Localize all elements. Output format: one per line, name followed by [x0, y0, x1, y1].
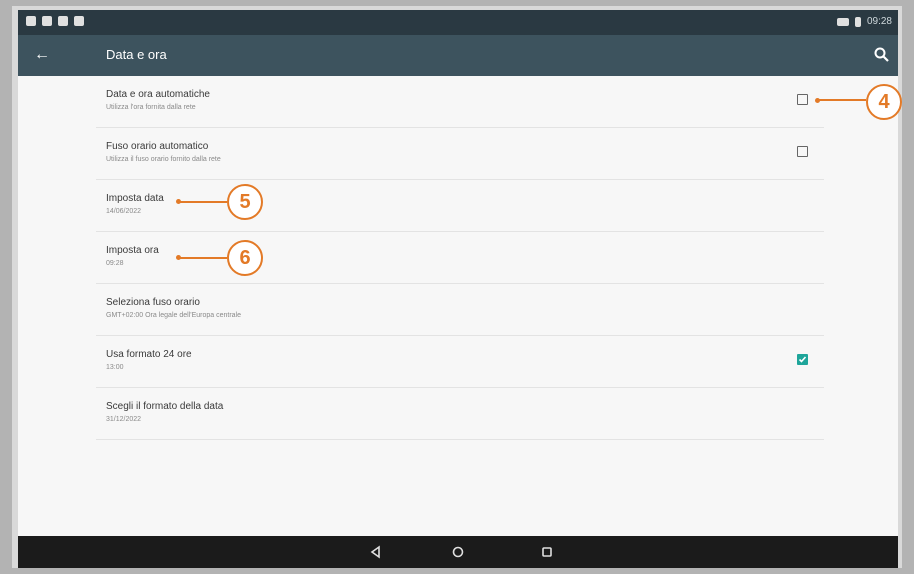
auto-timezone-checkbox[interactable] — [797, 146, 808, 157]
callout-line — [179, 201, 227, 203]
setting-subtitle: 31/12/2022 — [106, 416, 142, 423]
page-title: Data e ora — [106, 47, 167, 62]
setting-set-date[interactable]: Imposta data 14/06/2022 — [96, 180, 824, 232]
setting-title: Usa formato 24 ore — [106, 349, 192, 360]
back-button[interactable]: ← — [30, 43, 54, 67]
navigation-bar — [18, 536, 898, 568]
battery-icon — [854, 16, 861, 27]
notification-icon — [26, 16, 36, 26]
clock: 09:28 — [866, 16, 892, 27]
arrow-left-icon: ← — [34, 46, 50, 63]
notification-icon — [42, 16, 52, 26]
setting-subtitle: 09:28 — [106, 260, 124, 267]
setting-24h-format[interactable]: Usa formato 24 ore 13:00 — [96, 336, 824, 388]
home-nav-button[interactable] — [449, 543, 467, 561]
setting-title: Scegli il formato della data — [106, 401, 224, 412]
setting-title: Data e ora automatiche — [106, 89, 210, 100]
settings-list: Data e ora automatiche Utilizza l'ora fo… — [18, 76, 898, 536]
notification-icon — [74, 16, 84, 26]
callout-badge: 4 — [866, 84, 902, 120]
setting-auto-datetime[interactable]: Data e ora automatiche Utilizza l'ora fo… — [96, 76, 824, 128]
square-recents-icon — [542, 547, 552, 557]
setting-title: Imposta data — [106, 193, 164, 204]
notification-icons — [26, 16, 84, 26]
setting-title: Imposta ora — [106, 245, 159, 256]
setting-subtitle: Utilizza il fuso orario fornito dalla re… — [106, 156, 221, 163]
search-button[interactable] — [872, 45, 892, 65]
setting-title: Fuso orario automatico — [106, 141, 209, 152]
setting-auto-timezone[interactable]: Fuso orario automatico Utilizza il fuso … — [96, 128, 824, 180]
callout-line — [179, 257, 227, 259]
triangle-back-icon — [370, 545, 380, 559]
24h-format-checkbox[interactable] — [797, 354, 808, 365]
notification-icon — [58, 16, 68, 26]
back-nav-button[interactable] — [367, 543, 385, 561]
setting-date-format[interactable]: Scegli il formato della data 31/12/2022 — [96, 388, 824, 440]
setting-subtitle: Utilizza l'ora fornita dalla rete — [106, 104, 196, 111]
recents-nav-button[interactable] — [538, 543, 556, 561]
callout-badge: 5 — [227, 184, 263, 220]
status-bar: 09:28 — [18, 10, 898, 35]
setting-subtitle: GMT+02:00 Ora legale dell'Europa central… — [106, 312, 241, 319]
setting-subtitle: 14/06/2022 — [106, 208, 142, 215]
app-bar: ← Data e ora — [18, 35, 898, 76]
callout-badge: 6 — [227, 240, 263, 276]
wifi-icon — [836, 17, 849, 26]
search-icon — [874, 47, 889, 62]
setting-title: Seleziona fuso orario — [106, 297, 200, 308]
circle-home-icon — [452, 546, 464, 558]
auto-datetime-checkbox[interactable] — [797, 94, 808, 105]
checkmark-icon — [798, 356, 807, 363]
setting-timezone[interactable]: Seleziona fuso orario GMT+02:00 Ora lega… — [96, 284, 824, 336]
setting-subtitle: 13:00 — [106, 364, 124, 371]
status-right: 09:28 — [836, 16, 892, 27]
callout-line — [818, 99, 866, 101]
